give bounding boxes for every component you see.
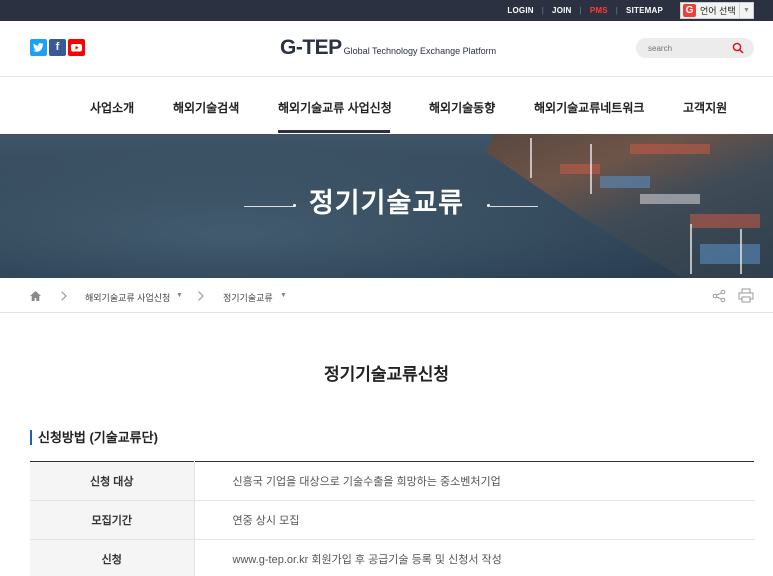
table-row: 신청 www.g-tep.or.kr 회원가입 후 공급기술 등록 및 신청서 … [30,539,754,576]
join-link[interactable]: JOIN [552,6,571,15]
divider: | [579,6,582,15]
nav-item-network[interactable]: 해외기술교류네트워크 [534,99,644,116]
divider: | [615,6,619,15]
social-links: f [30,39,85,56]
chevron-right-icon [61,291,67,301]
crane [530,138,532,178]
search-input[interactable] [648,41,728,55]
search-box [636,38,754,58]
table-row-value: 연중 상시 모집 [194,500,754,540]
nav-item-tech-search[interactable]: 해외기술검색 [173,99,239,116]
breadcrumb-level1[interactable]: 해외기술교류 사업신청 [85,291,170,304]
table-row-label: 신청 [30,539,195,576]
top-utility-bar: LOGIN | JOIN | PMS | SITEMAP G 언어 선택 ▼ [0,0,773,21]
search-icon[interactable] [732,42,744,54]
crane [690,224,692,274]
crane [740,229,742,274]
nav-item-exchange-apply[interactable]: 해외기술교류 사업신청 [278,99,392,116]
nav-active-indicator [278,130,390,133]
breadcrumb: 해외기술교류 사업신청 ▼ 정기기술교류 ▼ [0,279,773,313]
login-link[interactable]: LOGIN [507,6,533,15]
table-row-label: 모집기간 [30,500,195,540]
chevron-down-icon: ▼ [739,3,753,18]
page-banner: 정기기술교류 [0,134,773,278]
print-icon[interactable] [738,288,754,303]
facebook-icon[interactable]: f [49,39,66,56]
twitter-icon[interactable] [30,39,47,56]
page-title: 정기기술교류신청 [323,365,450,384]
share-icon[interactable] [712,289,726,303]
banner-title: 정기기술교류 [308,188,465,218]
nav-item-about[interactable]: 사업소개 [90,99,134,116]
application-method-table: 신청 대상 신흥국 기업을 대상으로 기술수출을 희망하는 중소벤처기업 모집기… [30,461,754,576]
sitemap-link[interactable]: SITEMAP [626,6,663,15]
nav-item-support[interactable]: 고객지원 [683,99,727,116]
language-select-label: 언어 선택 [700,6,736,16]
top-links: LOGIN | JOIN | PMS | SITEMAP [507,0,663,21]
divider: | [541,6,545,15]
google-translate-icon: G [683,4,696,17]
site-logo[interactable]: G-TEP Global Technology Exchange Platfor… [280,36,496,60]
main-nav: 사업소개 해외기술검색 해외기술교류 사업신청 해외기술동향 해외기술교류네트워… [0,78,773,134]
breadcrumb-level2[interactable]: 정기기술교류 [223,291,273,304]
container-stack [700,244,760,264]
table-row-label: 신청 대상 [30,461,195,501]
container-stack [630,144,710,154]
nav-item-tech-trends[interactable]: 해외기술동향 [429,99,495,116]
section-title: 신청방법 (기술교류단) [30,430,158,445]
header-divider [0,76,773,77]
table-row-value: 신흥국 기업을 대상으로 기술수출을 희망하는 중소벤처기업 [194,461,754,501]
table-row-value: www.g-tep.or.kr 회원가입 후 공급기술 등록 및 신청서 작성 [194,539,754,576]
chevron-right-icon [198,291,204,301]
dropdown-triangle-icon[interactable]: ▼ [280,292,287,299]
pms-link[interactable]: PMS [590,6,608,15]
language-select[interactable]: G 언어 선택 ▼ [680,2,754,19]
logo-subtitle: Global Technology Exchange Platform [343,46,497,56]
dropdown-triangle-icon[interactable]: ▼ [176,292,183,299]
home-icon[interactable] [29,290,42,302]
table-row: 신청 대상 신흥국 기업을 대상으로 기술수출을 희망하는 중소벤처기업 [30,461,754,501]
table-row: 모집기간 연중 상시 모집 [30,500,754,540]
container-stack [560,164,600,174]
logo-main-text: G-TEP [280,36,342,59]
youtube-icon[interactable] [68,39,85,56]
